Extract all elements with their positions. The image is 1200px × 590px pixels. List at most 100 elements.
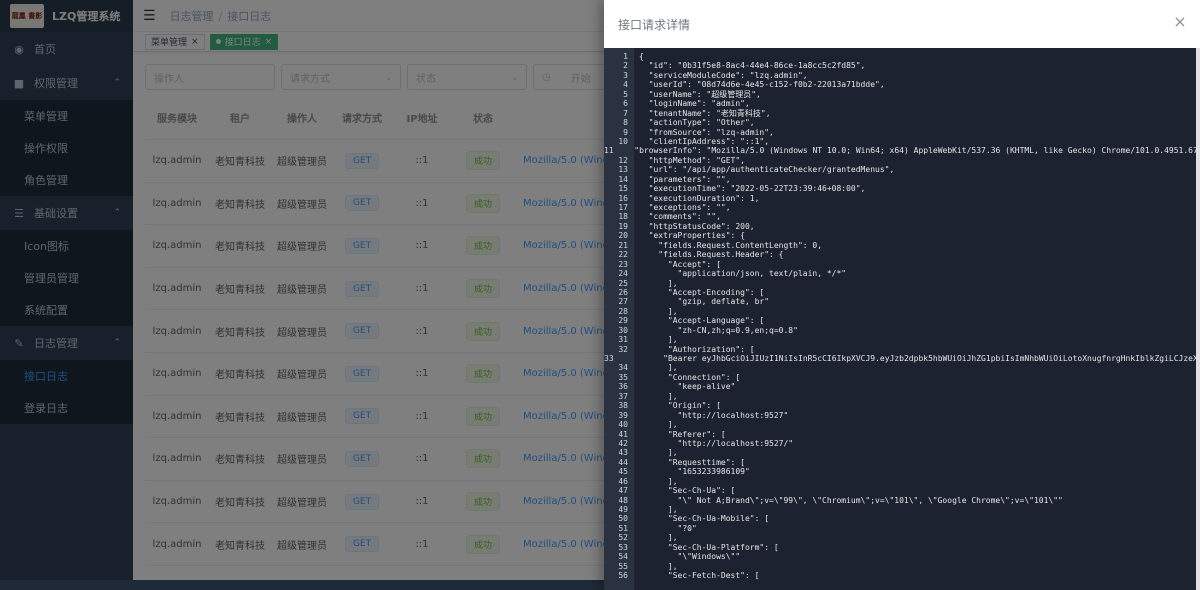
- line-number: 46: [618, 476, 628, 486]
- line-number: 17: [618, 203, 628, 212]
- code-line: 51 "?0": [604, 524, 1200, 533]
- code-text: "fields.Request.ContentLength": 0,: [639, 240, 823, 250]
- code-text: ],: [639, 476, 678, 486]
- code-text: "serviceModuleCode": "lzq.admin",: [639, 70, 808, 80]
- line-number: 15: [618, 184, 628, 194]
- code-text: "Sec-Ch-Ua-Mobile": [: [639, 514, 770, 524]
- code-text: "Accept": [: [639, 259, 721, 269]
- line-number: 2: [623, 61, 628, 71]
- close-icon[interactable]: ×: [1170, 12, 1190, 32]
- code-text: "extraProperties": {: [639, 231, 745, 241]
- code-line: 28 ],: [604, 307, 1200, 316]
- code-text: "Accept-Encoding": [: [639, 287, 765, 297]
- line-number: 32: [618, 344, 628, 354]
- line-number: 12: [618, 155, 628, 165]
- code-text: "userId": "08d74d6e-4e45-c152-f0b2-22013…: [639, 80, 885, 90]
- code-text: "\" Not A;Brand\";v=\"99\", \"Chromium\"…: [639, 495, 1063, 505]
- code-text: "id": "0b31f5e8-8ac4-44e4-86ce-1a8cc5c2f…: [639, 61, 866, 71]
- line-number: 41: [618, 429, 628, 439]
- line-number: 13: [618, 165, 628, 175]
- drawer-title: 接口请求详情: [618, 17, 691, 32]
- line-number: 54: [618, 552, 628, 562]
- code-text: "loginName": "admin",: [639, 99, 750, 109]
- code-line: 24 "application/json, text/plain, */*": [604, 269, 1200, 278]
- code-text: "comments": "",: [639, 212, 721, 222]
- line-number: 26: [618, 287, 628, 297]
- code-line: 2 "id": "0b31f5e8-8ac4-44e4-86ce-1a8cc5c…: [604, 61, 1200, 70]
- code-line: 30 "zh-CN,zh;q=0.9,en;q=0.8": [604, 326, 1200, 335]
- code-text: "userName": "超级管理员",: [639, 89, 761, 99]
- line-number: 29: [618, 316, 628, 326]
- code-line: 48 "\" Not A;Brand\";v=\"99\", \"Chromiu…: [604, 496, 1200, 505]
- code-line: 4 "userId": "08d74d6e-4e45-c152-f0b2-220…: [604, 80, 1200, 89]
- code-text: "\"Windows\"": [639, 552, 741, 562]
- code-line: 15 "executionTime": "2022-05-22T23:39:46…: [604, 184, 1200, 193]
- line-number: 38: [618, 401, 628, 411]
- line-number: 35: [618, 372, 628, 382]
- code-text: ],: [639, 505, 678, 514]
- code-line: 38 "Origin": [: [604, 401, 1200, 410]
- code-line: 12 "httpMethod": "GET",: [604, 156, 1200, 165]
- line-number: 44: [618, 457, 628, 467]
- code-text: "1653233986109": [639, 467, 750, 477]
- request-detail-drawer: 接口请求详情 × 1{2 "id": "0b31f5e8-8ac4-44e4-8…: [604, 0, 1200, 590]
- code-line: 41 "Referer": [: [604, 430, 1200, 439]
- code-line: 31 ],: [604, 335, 1200, 344]
- line-number: 14: [618, 174, 628, 184]
- code-text: "http://localhost:9527": [639, 410, 789, 420]
- line-number: 31: [618, 335, 628, 345]
- code-text: ],: [639, 278, 678, 288]
- drawer-scrollbar[interactable]: [1196, 48, 1200, 590]
- code-line: 9 "fromSource": "lzq-admin",: [604, 128, 1200, 137]
- code-text: "Requesttime": [: [639, 457, 745, 467]
- line-number: 50: [618, 514, 628, 524]
- line-number: 33: [604, 354, 614, 363]
- code-text: "httpMethod": "GET",: [639, 155, 745, 165]
- line-number: 48: [618, 495, 628, 505]
- code-line: 7 "tenantName": "老知青科技",: [604, 109, 1200, 118]
- code-line: 33 "Bearer eyJhbGciOiJIUzI1NiIsInR5cCI6I…: [604, 354, 1200, 363]
- json-code-editor[interactable]: 1{2 "id": "0b31f5e8-8ac4-44e4-86ce-1a8cc…: [604, 48, 1200, 590]
- line-number: 22: [618, 250, 628, 260]
- code-text: "Sec-Ch-Ua-Platform": [: [639, 542, 779, 552]
- line-number: 34: [618, 363, 628, 373]
- code-text: "browserInfo": "Mozilla/5.0 (Windows NT …: [634, 146, 1198, 156]
- code-line: 47 "Sec-Ch-Ua": [: [604, 486, 1200, 495]
- code-text: ],: [639, 306, 678, 316]
- line-number: 36: [618, 382, 628, 392]
- code-text: "Bearer eyJhbGciOiJIUzI1NiIsInR5cCI6IkpX…: [624, 354, 1200, 363]
- code-line: 20 "extraProperties": {: [604, 231, 1200, 240]
- code-line: 37 ],: [604, 392, 1200, 401]
- code-text: "Sec-Ch-Ua": [: [639, 486, 736, 496]
- code-line: 5 "userName": "超级管理员",: [604, 90, 1200, 99]
- code-line: 52 ],: [604, 533, 1200, 542]
- code-text: "Connection": [: [639, 372, 741, 382]
- code-line: 46 ],: [604, 477, 1200, 486]
- line-number: 3: [623, 70, 628, 80]
- code-text: "Accept-Language": [: [639, 316, 765, 326]
- code-line: 40 ],: [604, 420, 1200, 429]
- code-line: 17 "exceptions": "",: [604, 203, 1200, 212]
- line-number: 27: [618, 297, 628, 307]
- code-text: "url": "/api/app/authenticateChecker/gra…: [639, 165, 895, 175]
- line-number: 25: [618, 278, 628, 288]
- line-number: 6: [623, 99, 628, 109]
- code-text: "executionDuration": 1,: [639, 193, 760, 203]
- code-text: "gzip, deflate, br": [639, 297, 770, 307]
- code-text: "exceptions": "",: [639, 203, 731, 212]
- code-text: "keep-alive": [639, 382, 736, 392]
- code-line: 42 "http://localhost:9527/": [604, 439, 1200, 448]
- code-line: 32 "Authorization": [: [604, 345, 1200, 354]
- code-lines: 1{2 "id": "0b31f5e8-8ac4-44e4-86ce-1a8cc…: [604, 52, 1200, 581]
- code-line: 56 "Sec-Fetch-Dest": [: [604, 571, 1200, 580]
- code-text: "fromSource": "lzq-admin",: [639, 127, 774, 137]
- code-line: 25 ],: [604, 279, 1200, 288]
- line-number: 45: [618, 467, 628, 477]
- line-number: 19: [618, 221, 628, 231]
- code-text: ],: [639, 391, 678, 401]
- code-text: "Origin": [: [639, 401, 721, 411]
- code-line: 39 "http://localhost:9527": [604, 411, 1200, 420]
- code-line: 35 "Connection": [: [604, 373, 1200, 382]
- code-text: "clientIpAddress": "::1",: [639, 136, 770, 146]
- code-text: "executionTime": "2022-05-22T23:39:46+08…: [639, 184, 866, 194]
